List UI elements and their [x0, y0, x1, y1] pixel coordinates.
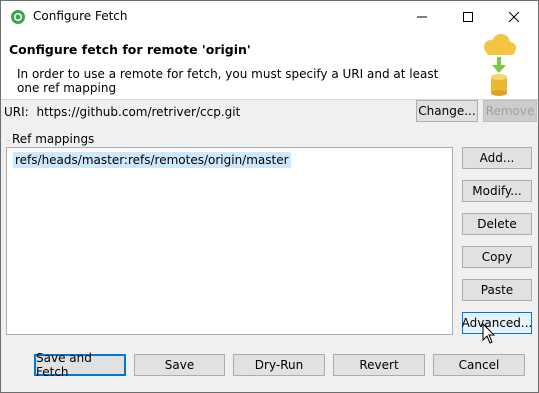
close-button[interactable] [491, 1, 537, 33]
close-icon [508, 11, 520, 23]
revert-button[interactable]: Revert [333, 354, 425, 376]
window-title: Configure Fetch [33, 9, 128, 23]
modify-button[interactable]: Modify... [462, 180, 532, 202]
ref-mappings-list[interactable]: refs/heads/master:refs/remotes/origin/ma… [6, 147, 453, 335]
add-button[interactable]: Add... [462, 147, 532, 169]
dry-run-button[interactable]: Dry-Run [233, 354, 325, 376]
ref-mappings-label: Ref mappings [12, 132, 95, 146]
save-and-fetch-button[interactable]: Save and Fetch [34, 351, 126, 379]
list-item[interactable]: refs/heads/master:refs/remotes/origin/ma… [13, 152, 291, 168]
header-description: In order to use a remote for fetch, you … [17, 67, 439, 95]
change-uri-button[interactable]: Change... [416, 100, 478, 122]
mouse-cursor-icon [482, 323, 496, 344]
uri-value: https://github.com/retriver/ccp.git [36, 105, 241, 119]
title-bar[interactable]: Configure Fetch [1, 1, 538, 33]
minimize-icon [417, 16, 427, 18]
maximize-icon [463, 12, 473, 22]
remove-uri-button[interactable]: Remove [483, 100, 537, 122]
delete-button[interactable]: Delete [462, 213, 532, 235]
save-button[interactable]: Save [134, 354, 225, 376]
dialog-header: Configure fetch for remote 'origin' In o… [1, 33, 538, 99]
advanced-button[interactable]: Advanced... [462, 312, 532, 334]
uri-label: URI: [4, 105, 29, 119]
maximize-button[interactable] [445, 1, 491, 33]
eclipse-app-icon [11, 10, 25, 24]
configure-fetch-dialog: Configure Fetch Configure fetch for remo… [0, 0, 539, 393]
group-border [7, 140, 10, 141]
cancel-button[interactable]: Cancel [433, 354, 525, 376]
cloud-download-database-icon [484, 34, 516, 96]
paste-button[interactable]: Paste [462, 279, 532, 301]
copy-button[interactable]: Copy [462, 246, 532, 268]
header-title: Configure fetch for remote 'origin' [9, 42, 251, 57]
minimize-button[interactable] [399, 1, 445, 33]
uri-row: URI: https://github.com/retriver/ccp.git [4, 105, 240, 119]
